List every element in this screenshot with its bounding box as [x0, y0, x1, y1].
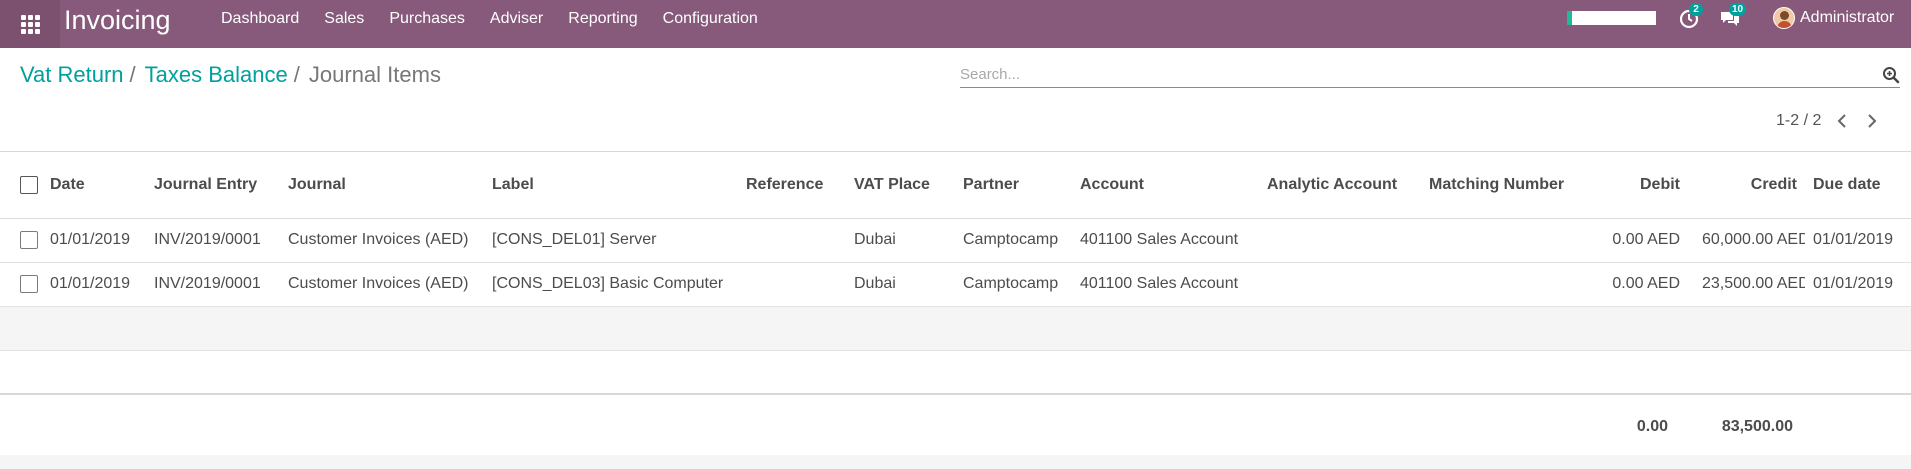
breadcrumb-separator: /: [129, 62, 136, 87]
cell-label: [CONS_DEL03] Basic Computer: [488, 261, 742, 306]
list-bottom-area: [0, 455, 1911, 469]
breadcrumb-separator: /: [293, 62, 300, 87]
cell-vat-place: Dubai: [850, 261, 959, 306]
pager: 1-2 / 2: [1776, 110, 1883, 132]
column-header-account[interactable]: Account: [1076, 152, 1263, 218]
cell-debit: 0.00 AED: [1572, 261, 1698, 306]
messages-count-badge: 10: [1729, 3, 1747, 16]
column-header-date[interactable]: Date: [46, 152, 150, 218]
activity-menu[interactable]: 2: [1677, 3, 1703, 31]
search-bar: [960, 62, 1900, 88]
row-select-cell: [0, 261, 46, 306]
breadcrumb: Vat Return / Taxes Balance / Journal Items: [20, 62, 441, 88]
cell-credit: 23,500.00 AED: [1698, 261, 1805, 306]
total-debit: 0.00: [1636, 418, 1668, 435]
menu-item-purchases[interactable]: Purchases: [389, 10, 465, 28]
avatar: [1773, 7, 1795, 29]
pager-previous-button[interactable]: [1831, 110, 1853, 132]
search-options-icon[interactable]: [1882, 66, 1900, 84]
breadcrumb-taxes-balance[interactable]: Taxes Balance: [145, 62, 288, 87]
empty-row: [0, 305, 1911, 350]
cell-journal: Customer Invoices (AED): [284, 217, 488, 262]
select-all-checkbox[interactable]: [20, 175, 38, 194]
activity-count-badge: 2: [1689, 3, 1703, 16]
cell-reference: [742, 261, 850, 306]
journal-items-list: Date Journal Entry Journal Label Referen…: [0, 152, 1911, 394]
cell-debit: 0.00 AED: [1572, 217, 1698, 262]
total-credit: 83,500.00: [1721, 418, 1793, 435]
column-header-label[interactable]: Label: [488, 152, 742, 218]
cell-matching-number: [1425, 217, 1572, 262]
empty-cell: [0, 349, 1911, 394]
column-header-partner[interactable]: Partner: [959, 152, 1076, 218]
column-header-vat-place[interactable]: VAT Place: [850, 152, 959, 218]
top-navbar: Invoicing Dashboard Sales Purchases Advi…: [0, 0, 1911, 48]
user-name: Administrator: [1800, 9, 1895, 26]
column-header-reference[interactable]: Reference: [742, 152, 850, 218]
column-header-journal-entry[interactable]: Journal Entry: [150, 152, 284, 218]
menu-item-reporting[interactable]: Reporting: [568, 10, 637, 28]
cell-partner: Camptocamp: [959, 217, 1076, 262]
cell-analytic-account: [1263, 217, 1425, 262]
cell-due-date: 01/01/2019: [1805, 261, 1911, 306]
cell-analytic-account: [1263, 261, 1425, 306]
cell-date: 01/01/2019: [46, 217, 150, 262]
main-menu: Dashboard Sales Purchases Adviser Report…: [221, 0, 783, 38]
app-title[interactable]: Invoicing: [64, 5, 171, 36]
table-row[interactable]: 01/01/2019 INV/2019/0001 Customer Invoic…: [0, 217, 1911, 262]
empty-row: [0, 349, 1911, 394]
pager-next-button[interactable]: [1861, 110, 1883, 132]
menu-item-dashboard[interactable]: Dashboard: [221, 10, 299, 28]
cell-due-date: 01/01/2019: [1805, 217, 1911, 262]
column-header-credit[interactable]: Credit: [1698, 152, 1805, 218]
chevron-right-icon: [1868, 114, 1877, 128]
cell-journal: Customer Invoices (AED): [284, 261, 488, 306]
column-header-debit[interactable]: Debit: [1572, 152, 1698, 218]
cell-partner: Camptocamp: [959, 261, 1076, 306]
progress-fill: [1567, 11, 1572, 25]
row-select-cell: [0, 217, 46, 262]
row-checkbox[interactable]: [20, 230, 38, 249]
menu-item-configuration[interactable]: Configuration: [663, 10, 758, 28]
breadcrumb-vat-return[interactable]: Vat Return: [20, 62, 124, 87]
cell-vat-place: Dubai: [850, 217, 959, 262]
breadcrumb-journal-items: Journal Items: [308, 62, 441, 87]
column-header-analytic-account[interactable]: Analytic Account: [1263, 152, 1425, 218]
menu-item-sales[interactable]: Sales: [324, 10, 364, 28]
empty-cell: [0, 305, 1911, 350]
table-row[interactable]: 01/01/2019 INV/2019/0001 Customer Invoic…: [0, 261, 1911, 306]
messaging-menu[interactable]: 10: [1719, 3, 1747, 31]
apps-menu-button[interactable]: [0, 0, 60, 48]
table-header-row: Date Journal Entry Journal Label Referen…: [0, 152, 1911, 218]
cell-account: 401100 Sales Account: [1076, 261, 1263, 306]
cell-reference: [742, 217, 850, 262]
cell-matching-number: [1425, 261, 1572, 306]
table-totals-row: 0.00 83,500.00: [0, 393, 1911, 455]
cell-date: 01/01/2019: [46, 261, 150, 306]
column-header-matching-number[interactable]: Matching Number: [1425, 152, 1572, 218]
apps-grid-icon: [20, 14, 40, 34]
column-header-journal[interactable]: Journal: [284, 152, 488, 218]
cell-journal-entry: INV/2019/0001: [150, 217, 284, 262]
journal-items-table: Date Journal Entry Journal Label Referen…: [0, 152, 1911, 394]
select-all-cell: [0, 152, 46, 218]
cell-journal-entry: INV/2019/0001: [150, 261, 284, 306]
search-input[interactable]: [960, 64, 1860, 84]
row-checkbox[interactable]: [20, 274, 38, 293]
cell-account: 401100 Sales Account: [1076, 217, 1263, 262]
cell-label: [CONS_DEL01] Server: [488, 217, 742, 262]
user-menu[interactable]: Administrator: [1773, 7, 1894, 29]
menu-item-adviser[interactable]: Adviser: [490, 10, 543, 28]
pager-value[interactable]: 1-2 / 2: [1776, 112, 1821, 130]
cell-credit: 60,000.00 AED: [1698, 217, 1805, 262]
chevron-left-icon: [1837, 114, 1847, 128]
onboarding-progress-bar[interactable]: [1567, 11, 1656, 25]
column-header-due-date[interactable]: Due date: [1805, 152, 1911, 218]
